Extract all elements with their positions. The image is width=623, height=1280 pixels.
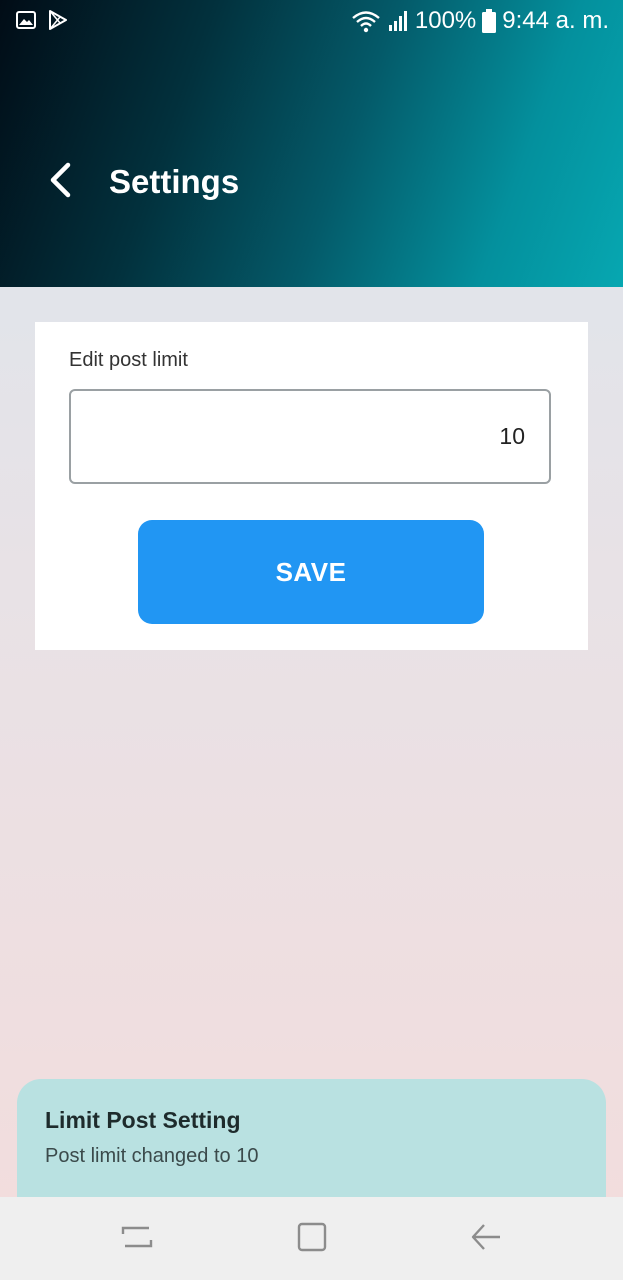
status-bar: 100% 9:44 a. m. bbox=[0, 0, 623, 42]
back-button[interactable] bbox=[40, 160, 80, 204]
battery-icon bbox=[482, 9, 497, 33]
back-arrow-icon bbox=[48, 162, 72, 203]
recent-apps-button[interactable] bbox=[115, 1217, 159, 1261]
recent-apps-icon bbox=[121, 1222, 153, 1257]
battery-percent: 100% bbox=[414, 7, 477, 34]
snackbar-message: Post limit changed to 10 bbox=[45, 1145, 259, 1167]
navigation-bar bbox=[0, 1197, 623, 1280]
snackbar-title: Limit Post Setting bbox=[45, 1107, 241, 1133]
post-limit-label: Edit post limit bbox=[69, 349, 188, 371]
back-icon bbox=[470, 1222, 502, 1257]
post-limit-card: Edit post limit 10 SAVE bbox=[35, 322, 588, 650]
image-icon bbox=[16, 11, 36, 29]
app-header bbox=[0, 0, 623, 287]
wifi-icon bbox=[351, 9, 381, 33]
signal-icon bbox=[387, 10, 409, 32]
post-limit-input[interactable]: 10 bbox=[69, 389, 551, 484]
home-icon bbox=[297, 1222, 327, 1257]
play-store-icon bbox=[48, 10, 68, 30]
snackbar: Limit Post Setting Post limit changed to… bbox=[17, 1079, 606, 1197]
home-button[interactable] bbox=[290, 1217, 334, 1261]
system-back-button[interactable] bbox=[464, 1217, 508, 1261]
save-button[interactable]: SAVE bbox=[138, 520, 484, 624]
page-title: Settings bbox=[109, 163, 240, 200]
clock: 9:44 a. m. bbox=[502, 7, 609, 34]
